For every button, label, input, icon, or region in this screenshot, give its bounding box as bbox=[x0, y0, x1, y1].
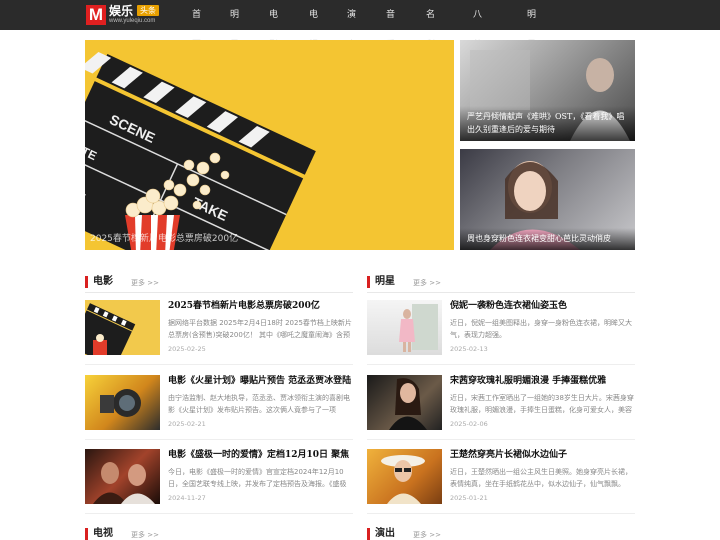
section-title[interactable]: 演出 bbox=[375, 526, 395, 540]
article-thumbnail[interactable] bbox=[367, 300, 442, 355]
side-card-title[interactable]: 严艺丹倾情献声《难哄》OST，《看着我》唱出久别重逢后的爱与期待 bbox=[467, 110, 628, 136]
article-title[interactable]: 倪妮一袭粉色连衣裙仙姿玉色 bbox=[450, 300, 635, 313]
article-title[interactable]: 2025春节档新片电影总票房破200亿 bbox=[168, 300, 353, 313]
logo-badge: 头条 bbox=[137, 5, 159, 16]
list-item[interactable]: 电影《盛极一时的爱情》定档12月10日 聚焦 今日，电影《盛极一时的爱情》官宣定… bbox=[85, 449, 353, 505]
hero-caption[interactable]: 2025春节档新片电影总票房破200亿 bbox=[90, 231, 238, 244]
section-accent-bar bbox=[85, 276, 88, 288]
list-item[interactable]: 电影《火星计划》曝贴片预告 范丞丞贾冰登陆 由宁浩监制、赵大地执导，范丞丞、贾冰… bbox=[85, 375, 353, 431]
article-title[interactable]: 电影《盛极一时的爱情》定档12月10日 聚焦 bbox=[168, 449, 353, 462]
item-divider bbox=[85, 513, 353, 514]
article-thumbnail[interactable] bbox=[85, 449, 160, 504]
item-divider bbox=[85, 364, 353, 365]
article-thumbnail[interactable] bbox=[85, 375, 160, 430]
list-item[interactable]: 倪妮一袭粉色连衣裙仙姿玉色 近日，倪妮一组美图释出，身穿一身粉色连衣裙，明眸又大… bbox=[367, 300, 635, 356]
side-feature-card[interactable]: 严艺丹倾情献声《难哄》OST，《看着我》唱出久别重逢后的爱与期待 bbox=[460, 40, 635, 141]
hero-feature[interactable]: SCENE TAKE ATE D.CO. 2025春节档新片电影总票房破200亿 bbox=[85, 40, 454, 250]
list-item[interactable]: 王楚然穿亮片长裙似水边仙子 近日，王楚然晒出一组公主风生日美照。她身穿亮片长裙，… bbox=[367, 449, 635, 505]
logo-mark-icon: M bbox=[86, 5, 106, 25]
article-date: 2025-02-06 bbox=[450, 420, 488, 428]
item-divider bbox=[367, 364, 635, 365]
side-feature-card[interactable]: 周也身穿粉色连衣裙变甜心芭比灵动俏皮 bbox=[460, 149, 635, 250]
article-title[interactable]: 宋茜穿玫瑰礼服明媚浪漫 手捧蛋糕优雅 bbox=[450, 375, 635, 388]
section-title[interactable]: 电视 bbox=[93, 526, 113, 540]
article-summary: 近日，王楚然晒出一组公主风生日美照。她身穿亮片长裙，表情纯真，坐在手纸鹤花丛中，… bbox=[450, 468, 632, 488]
section-header-tv: 电视 更多 >> bbox=[85, 526, 353, 540]
article-summary: 由宁浩监制、赵大地执导，范丞丞、贾冰领衔主演的喜剧电影《火星计划》发布贴片预告。… bbox=[168, 394, 350, 414]
section-title[interactable]: 电影 bbox=[93, 274, 113, 290]
list-item[interactable]: 2025春节档新片电影总票房破200亿 据网络平台数据 2025年2月4日18时… bbox=[85, 300, 353, 356]
section-divider bbox=[85, 292, 353, 293]
more-link[interactable]: 更多 >> bbox=[131, 275, 159, 291]
more-link[interactable]: 更多 >> bbox=[131, 527, 159, 540]
item-divider bbox=[367, 439, 635, 440]
list-item[interactable]: 宋茜穿玫瑰礼服明媚浪漫 手捧蛋糕优雅 近日，宋茜工作室晒出了一组她的38岁生日大… bbox=[367, 375, 635, 431]
article-thumbnail[interactable] bbox=[367, 375, 442, 430]
article-date: 2025-02-25 bbox=[168, 345, 206, 353]
article-thumbnail[interactable] bbox=[85, 300, 160, 355]
site-logo[interactable]: M 娱乐 头条 www.yuleqiu.com bbox=[86, 4, 166, 26]
logo-url: www.yuleqiu.com bbox=[109, 18, 156, 24]
logo-name: 娱乐 bbox=[109, 4, 134, 18]
article-date: 2024-11-27 bbox=[168, 494, 206, 502]
section-accent-bar bbox=[367, 528, 370, 540]
article-summary: 近日，宋茜工作室晒出了一组她的38岁生日大片。宋茜身穿玫瑰礼服，明媚浪漫，手捧生… bbox=[450, 394, 634, 414]
clapperboard-popcorn-image: SCENE TAKE ATE D.CO. bbox=[85, 52, 316, 250]
item-divider bbox=[85, 439, 353, 440]
more-link[interactable]: 更多 >> bbox=[413, 275, 441, 291]
article-title[interactable]: 电影《火星计划》曝贴片预告 范丞丞贾冰登陆 bbox=[168, 375, 353, 388]
item-divider bbox=[367, 513, 635, 514]
article-summary: 近日，倪妮一组美图释出，身穿一身粉色连衣裙，明眸又大气，表现力超强。 bbox=[450, 319, 632, 339]
article-thumbnail[interactable] bbox=[367, 449, 442, 504]
more-link[interactable]: 更多 >> bbox=[413, 527, 441, 540]
section-header-shows: 演出 更多 >> bbox=[367, 526, 635, 540]
section-title[interactable]: 明星 bbox=[375, 274, 395, 290]
article-date: 2025-01-21 bbox=[450, 494, 488, 502]
article-date: 2025-02-21 bbox=[168, 420, 206, 428]
section-accent-bar bbox=[367, 276, 370, 288]
top-navbar: M 娱乐 头条 www.yuleqiu.com 首页 明星 电影 电视 演出 音… bbox=[0, 0, 720, 110]
section-header-movies: 电影 更多 >> bbox=[85, 274, 353, 290]
article-date: 2025-02-13 bbox=[450, 345, 488, 353]
section-header-stars: 明星 更多 >> bbox=[367, 274, 635, 290]
article-summary: 据网络平台数据 2025年2月4日18时 2025春节档上映新片总票房(含预售)… bbox=[168, 319, 352, 339]
article-title[interactable]: 王楚然穿亮片长裙似水边仙子 bbox=[450, 449, 635, 462]
article-summary: 今日，电影《盛极一时的爱情》官宣定档2024年12月10日，全国艺联专线上映，并… bbox=[168, 468, 347, 488]
section-divider bbox=[367, 292, 635, 293]
section-accent-bar bbox=[85, 528, 88, 540]
side-card-title[interactable]: 周也身穿粉色连衣裙变甜心芭比灵动俏皮 bbox=[467, 232, 628, 245]
